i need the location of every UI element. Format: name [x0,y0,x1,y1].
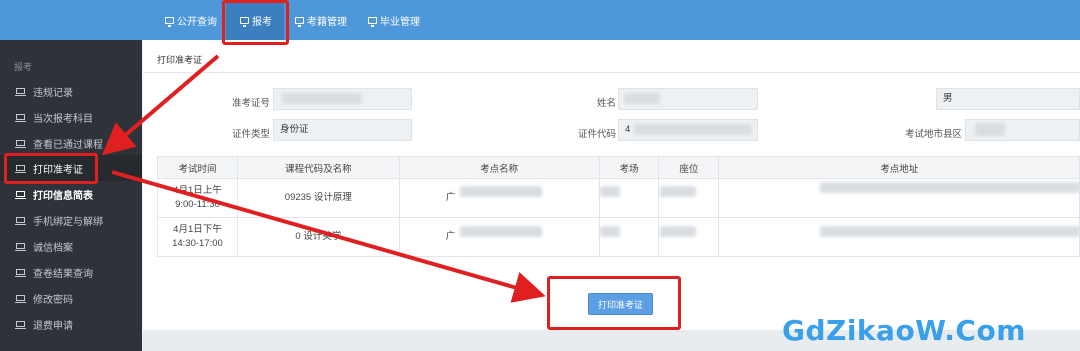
annotation-arrows [101,54,546,303]
arrow-nav-to-sidebar [101,54,220,156]
arrow-sidebar-to-button [111,170,546,303]
site-watermark: GdZikaoW.Com [782,314,1026,347]
